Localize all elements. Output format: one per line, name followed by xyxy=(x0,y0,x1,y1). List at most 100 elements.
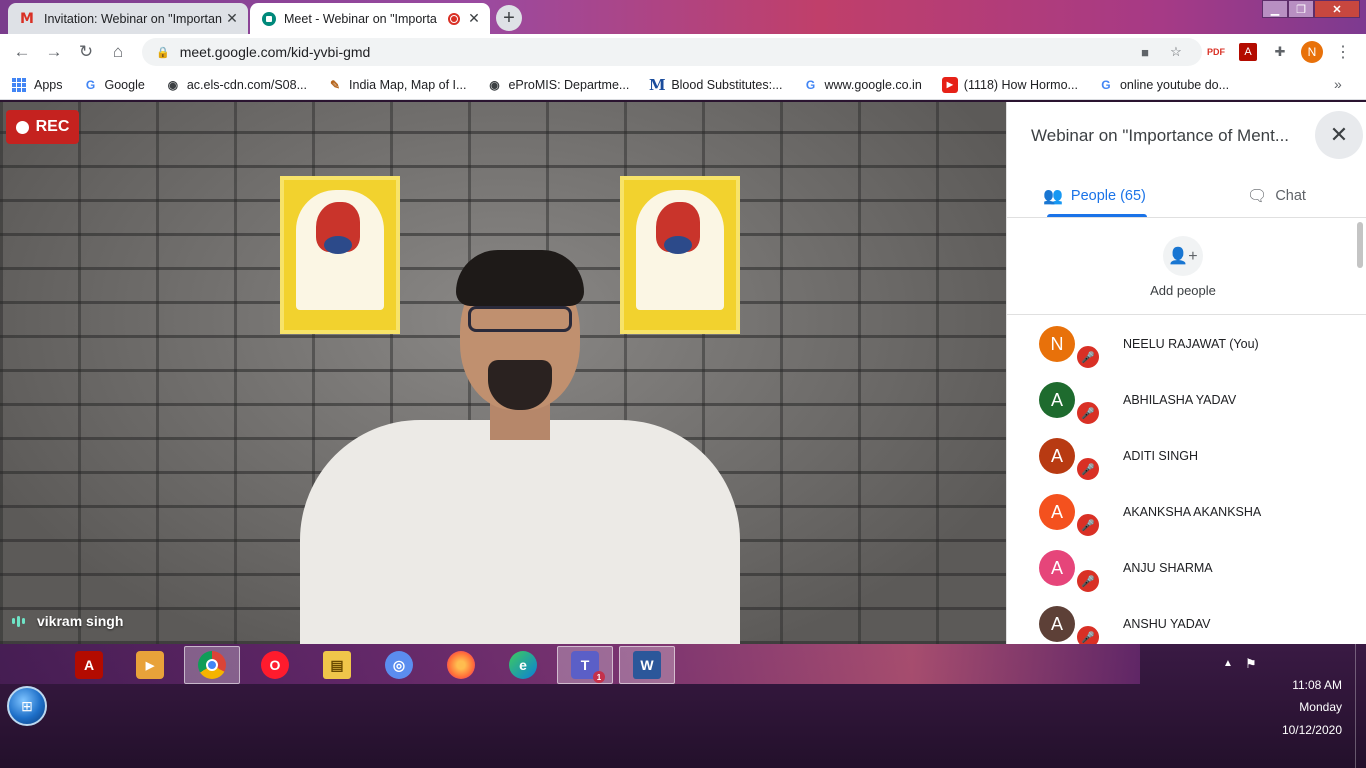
forward-button[interactable]: → xyxy=(42,40,66,64)
bookmark-els-cdn[interactable]: ◉ ac.els-cdn.com/S08... xyxy=(165,77,307,93)
window-maximize-button[interactable]: ❐ xyxy=(1288,0,1314,18)
bookmark-epromis[interactable]: ◉ eProMIS: Departme... xyxy=(486,77,629,93)
taskbar-acrobat-reader[interactable]: A xyxy=(61,646,117,684)
tab-close-icon[interactable]: ✕ xyxy=(224,10,240,27)
add-person-icon[interactable]: 👤+ xyxy=(1163,236,1203,276)
participant-row[interactable]: A 🎤 ABHILASHA YADAV xyxy=(1007,372,1357,428)
pdf-extension-icon[interactable]: PDF xyxy=(1207,43,1225,61)
extensions-puzzle-icon[interactable]: ✚ xyxy=(1271,43,1289,61)
tab-chat[interactable]: 🗨 Chat xyxy=(1247,176,1306,216)
participant-name: ANJU SHARMA xyxy=(1123,561,1213,575)
mic-muted-icon: 🎤 xyxy=(1075,456,1101,482)
google-icon: G xyxy=(85,77,96,92)
participants-panel: Webinar on "Importance of Ment... ✕ 👥 Pe… xyxy=(1006,102,1366,644)
home-button[interactable]: ⌂ xyxy=(106,40,130,64)
bookmark-google-co-in[interactable]: G www.google.co.in xyxy=(803,77,922,93)
participant-avatar: A xyxy=(1039,606,1075,642)
participant-row[interactable]: A 🎤 AKANKSHA AKANKSHA xyxy=(1007,484,1357,540)
clock-date: 10/12/2020 xyxy=(1281,723,1342,737)
mic-muted-icon: 🎤 xyxy=(1075,512,1101,538)
taskbar-firefox[interactable] xyxy=(433,646,489,684)
globe-icon: ◉ xyxy=(167,77,179,92)
bookmark-apps[interactable]: Apps xyxy=(12,77,63,93)
bookmark-google[interactable]: G Google xyxy=(83,77,145,93)
bookmark-label: www.google.co.in xyxy=(824,77,922,92)
participant-name: AKANKSHA AKANKSHA xyxy=(1123,505,1262,519)
participant-avatar: A xyxy=(1039,550,1075,586)
people-icon: 👥 xyxy=(1043,188,1063,205)
panel-scrollbar[interactable] xyxy=(1357,222,1363,268)
presenter-video xyxy=(300,250,740,644)
participant-row[interactable]: A 🎤 ANJU SHARMA xyxy=(1007,540,1357,596)
taskbar-opera[interactable]: O xyxy=(247,646,303,684)
show-hidden-icons-icon[interactable]: ▲ xyxy=(1223,658,1233,669)
reload-button[interactable]: ↻ xyxy=(74,40,98,64)
main-video-feed[interactable] xyxy=(0,102,1006,644)
bookmark-star-icon[interactable]: ☆ xyxy=(1167,43,1185,61)
bookmarks-overflow-icon[interactable]: » xyxy=(1334,76,1342,92)
add-people-button[interactable]: Add people xyxy=(1127,283,1239,298)
start-button[interactable]: ⊞ xyxy=(7,686,47,726)
taskbar-chrome[interactable] xyxy=(184,646,240,684)
mic-muted-icon: 🎤 xyxy=(1075,624,1101,644)
taskbar-word[interactable]: W xyxy=(619,646,675,684)
tab-title: Invitation: Webinar on "Importan xyxy=(44,11,222,26)
participant-row[interactable]: A 🎤 ADITI SINGH xyxy=(1007,428,1357,484)
opera-icon: O xyxy=(261,651,289,679)
taskbar-chromium[interactable]: ◎ xyxy=(371,646,427,684)
action-center-flag-icon[interactable]: ⚑ xyxy=(1245,656,1257,672)
word-icon: W xyxy=(633,651,661,679)
map-icon: ✎ xyxy=(329,77,341,92)
bookmark-label: ac.els-cdn.com/S08... xyxy=(186,77,308,92)
new-tab-button[interactable]: + xyxy=(496,5,522,31)
globe-icon: ◉ xyxy=(489,77,500,92)
tab-meet-webinar[interactable]: Meet - Webinar on "Importa ✕ xyxy=(250,3,490,34)
bookmark-youtube-hormone[interactable]: ▶ (1118) How Hormo... xyxy=(941,76,1078,93)
window-close-button[interactable]: ✕ xyxy=(1314,0,1360,18)
participant-avatar: A xyxy=(1039,494,1075,530)
bookmark-blood-substitutes[interactable]: M Blood Substitutes:... xyxy=(649,76,782,94)
camera-icon[interactable]: ■ xyxy=(1136,43,1154,61)
notification-badge: 1 xyxy=(593,671,605,683)
close-panel-button[interactable]: ✕ xyxy=(1315,111,1363,159)
profile-avatar[interactable]: N xyxy=(1301,41,1323,63)
firefox-icon xyxy=(447,651,475,679)
participant-name: ABHILASHA YADAV xyxy=(1123,393,1237,407)
divider xyxy=(1007,217,1366,218)
tab-close-icon[interactable]: ✕ xyxy=(466,10,482,27)
bookmark-label: Apps xyxy=(34,77,63,92)
tab-chat-label: Chat xyxy=(1275,188,1306,204)
participant-row[interactable]: N 🎤 NEELU RAJAWAT (You) xyxy=(1007,316,1357,372)
bookmark-india-map[interactable]: ✎ India Map, Map of I... xyxy=(327,77,466,93)
file-explorer-icon: ▤ xyxy=(323,651,351,679)
window-minimize-button[interactable]: ▁ xyxy=(1262,0,1288,18)
bookmark-label: India Map, Map of I... xyxy=(349,77,467,92)
media-player-icon: ▶ xyxy=(136,651,164,679)
bookmark-label: eProMIS: Departme... xyxy=(508,77,630,92)
tab-title: Meet - Webinar on "Importa xyxy=(284,11,437,26)
taskbar-file-explorer[interactable]: ▤ xyxy=(309,646,365,684)
tab-gmail-invitation[interactable]: M Invitation: Webinar on "Importan ✕ xyxy=(8,3,248,34)
show-desktop-button[interactable] xyxy=(1355,644,1366,768)
taskbar-media-player[interactable]: ▶ xyxy=(122,646,178,684)
browser-menu-icon[interactable]: ⋮ xyxy=(1334,43,1352,61)
mic-muted-icon: 🎤 xyxy=(1075,400,1101,426)
acrobat-extension-icon[interactable]: A xyxy=(1239,43,1257,61)
bookmark-label: (1118) How Hormo... xyxy=(963,77,1078,92)
taskbar-edge[interactable]: e xyxy=(495,646,551,684)
address-bar[interactable]: 🔒 meet.google.com/kid-yvbi-gmd xyxy=(142,38,1202,66)
participant-row[interactable]: A 🎤 ANSHU YADAV xyxy=(1007,596,1357,644)
record-dot-icon xyxy=(15,120,29,134)
meeting-title: Webinar on "Importance of Ment... xyxy=(1031,126,1290,145)
bookmark-online-youtube[interactable]: G online youtube do... xyxy=(1098,77,1229,93)
back-button[interactable]: ← xyxy=(10,40,34,64)
clock-time[interactable]: 11:08 AM xyxy=(1292,678,1342,692)
url-text: meet.google.com/kid-yvbi-gmd xyxy=(179,44,371,60)
clock-day: Monday xyxy=(1299,700,1342,714)
gmail-icon: M xyxy=(20,10,34,27)
tab-people[interactable]: 👥 People (65) xyxy=(1043,176,1146,216)
taskbar-teams[interactable]: T 1 xyxy=(557,646,613,684)
mic-muted-icon: 🎤 xyxy=(1075,568,1101,594)
google-icon: G xyxy=(1101,77,1111,92)
acrobat-reader-icon: A xyxy=(75,651,103,679)
